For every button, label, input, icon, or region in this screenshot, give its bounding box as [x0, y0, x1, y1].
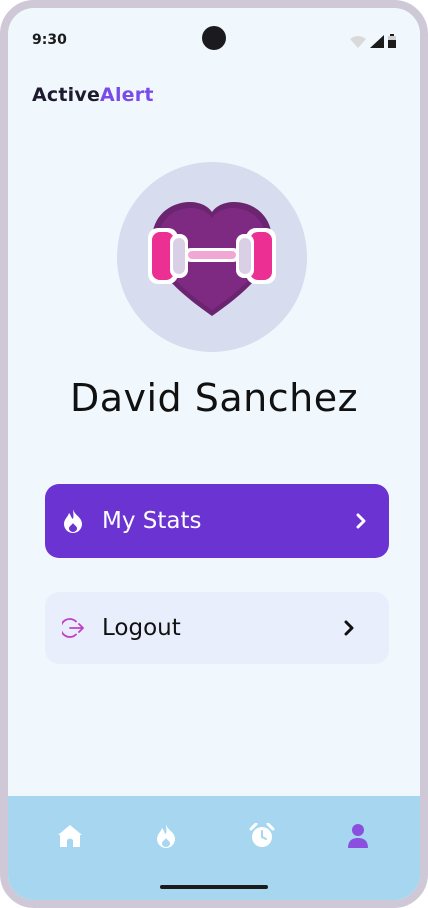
- status-time: 9:30: [32, 32, 67, 48]
- chevron-right-icon: [341, 620, 357, 636]
- brand-part-2: Alert: [100, 84, 154, 106]
- logout-label: Logout: [102, 615, 181, 641]
- flame-icon: [157, 824, 175, 848]
- logout-icon: [61, 616, 85, 640]
- gesture-home-bar[interactable]: [160, 885, 268, 889]
- brand-part-1: Active: [32, 84, 101, 106]
- my-stats-button[interactable]: My Stats: [45, 484, 389, 558]
- logout-button[interactable]: Logout: [45, 592, 389, 664]
- nav-profile[interactable]: [344, 822, 372, 850]
- alarm-clock-icon: [249, 823, 275, 847]
- nav-home[interactable]: [56, 822, 84, 850]
- signal-icon: [370, 35, 384, 48]
- profile-name: David Sanchez: [69, 376, 359, 420]
- status-icons: [350, 34, 396, 48]
- avatar: [117, 162, 307, 352]
- wifi-icon: [350, 36, 366, 48]
- flame-icon: [61, 509, 85, 533]
- battery-icon: [388, 34, 396, 48]
- chevron-right-icon: [353, 513, 369, 529]
- home-icon: [58, 825, 82, 847]
- heart-dumbbell-icon: [148, 202, 276, 316]
- status-bar: 9:30: [8, 8, 420, 70]
- nav-alarms[interactable]: [248, 822, 276, 850]
- profile-icon: [348, 824, 368, 848]
- phone-frame: 9:30 ActiveAlert David Sanchez My Stats …: [0, 0, 428, 908]
- nav-activity[interactable]: [152, 822, 180, 850]
- bottom-nav: [8, 796, 420, 900]
- camera-cutout: [202, 26, 226, 50]
- my-stats-label: My Stats: [102, 508, 202, 534]
- app-logo: ActiveAlert: [32, 84, 154, 106]
